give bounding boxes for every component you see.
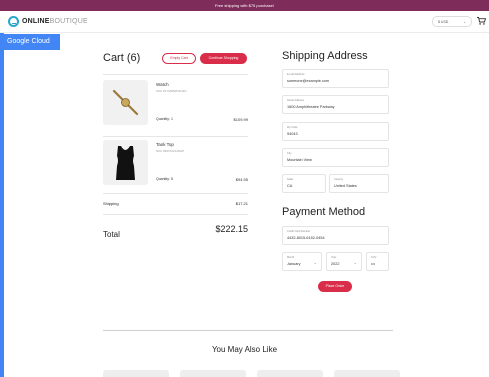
field-value: 2022 <box>331 262 340 266</box>
chevron-down-icon: ⌄ <box>313 260 317 265</box>
zip-code-field[interactable]: Zip Code 94043 <box>282 122 389 141</box>
cart-icon[interactable] <box>477 17 487 27</box>
field-label: State <box>287 178 294 181</box>
field-value: someone@example.com <box>287 79 330 83</box>
item-quantity: Quantity: 1 <box>156 117 173 121</box>
place-order-button[interactable]: Place Order <box>318 281 352 292</box>
field-label: CVV <box>371 256 377 259</box>
field-label: Credit Card Number <box>287 230 311 233</box>
cart-divider <box>103 74 248 75</box>
field-value: ••• <box>371 262 375 266</box>
field-value: United States <box>334 184 357 188</box>
item-name: Tank Top <box>156 142 174 147</box>
item-sku: SKU #1YMWWN1N4O <box>156 89 187 93</box>
shipping-value: $17.21 <box>235 201 248 206</box>
recommended-product-card[interactable] <box>257 370 323 377</box>
shipping-cost-row: Shipping $17.21 <box>103 201 248 206</box>
cart-divider <box>103 136 248 137</box>
empty-cart-button[interactable]: Empty Cart <box>162 53 196 64</box>
city-field[interactable]: City Mountain View <box>282 148 389 167</box>
recommended-product-card[interactable] <box>103 370 169 377</box>
email-field[interactable]: E-mail Address someone@example.com <box>282 69 389 88</box>
item-name: Watch <box>156 82 169 87</box>
item-price: $109.99 <box>233 117 248 122</box>
field-value: CA <box>287 184 293 188</box>
field-label: Street Address <box>287 99 305 102</box>
payment-method-title: Payment Method <box>282 206 366 218</box>
cart-item: Watch SKU #1YMWWN1N4O Quantity: 1 $109.9… <box>103 80 248 134</box>
month-select[interactable]: Month January ⌄ <box>282 252 322 271</box>
chevron-down-icon: ⌄ <box>353 260 357 265</box>
currency-value: $ USD <box>438 20 449 24</box>
field-value: January <box>287 262 301 266</box>
field-label: Month <box>287 256 295 259</box>
site-logo[interactable]: ONLINEBOUTIQUE <box>8 16 88 27</box>
recommendations-divider <box>103 330 393 331</box>
cart-item: Tank Top SKU #66VCHSJNUP Quantity: 5 $94… <box>103 140 248 194</box>
shipping-label: Shipping <box>103 201 119 206</box>
boutique-logo-icon <box>8 16 19 27</box>
continue-shopping-button[interactable]: Continue Shopping <box>200 53 247 64</box>
field-label: E-mail Address <box>287 73 305 76</box>
country-field[interactable]: Country United States <box>329 174 389 193</box>
field-label: Zip Code <box>287 126 298 129</box>
state-field[interactable]: State CA <box>282 174 326 193</box>
logo-text: ONLINEBOUTIQUE <box>22 18 88 25</box>
total-value: $222.15 <box>215 224 248 234</box>
google-cloud-badge: Google Cloud <box>3 34 60 50</box>
left-highlight-bar <box>0 33 4 377</box>
field-value: Mountain View <box>287 158 312 162</box>
field-value: 4432-8015-6152-0454 <box>287 236 325 240</box>
cart-title: Cart (6) <box>103 52 141 64</box>
recommended-product-card[interactable] <box>180 370 246 377</box>
field-label: Year <box>331 256 337 259</box>
chevron-down-icon: ⌄ <box>463 20 466 24</box>
recommendations-title: You May Also Like <box>211 345 278 354</box>
field-label: Country <box>334 178 344 181</box>
item-quantity: Quantity: 5 <box>156 177 173 181</box>
field-label: City <box>287 152 292 155</box>
item-price: $94.95 <box>235 177 248 182</box>
shipping-address-title: Shipping Address <box>282 50 368 62</box>
field-value: 94043 <box>287 132 298 136</box>
credit-card-field[interactable]: Credit Card Number 4432-8015-6152-0454 <box>282 226 389 245</box>
year-select[interactable]: Year 2022 ⌄ <box>326 252 362 271</box>
currency-select[interactable]: $ USD ⌄ <box>432 16 472 27</box>
cvv-field[interactable]: CVV ••• <box>366 252 389 271</box>
watch-product-image[interactable] <box>103 80 148 125</box>
top-navigation: ONLINEBOUTIQUE $ USD ⌄ <box>0 11 489 33</box>
total-row: Total $222.15 <box>103 224 248 242</box>
field-value: 1600 Amphitheatre Parkway <box>287 105 335 109</box>
street-address-field[interactable]: Street Address 1600 Amphitheatre Parkway <box>282 95 389 114</box>
tank-top-product-image[interactable] <box>103 140 148 185</box>
total-label: Total <box>103 230 120 239</box>
item-sku: SKU #66VCHSJNUP <box>156 149 185 153</box>
promo-banner: Free shipping with $75 purchase! <box>0 0 489 11</box>
cart-divider <box>103 214 248 215</box>
recommended-product-card[interactable] <box>334 370 400 377</box>
cart-divider <box>103 193 248 194</box>
